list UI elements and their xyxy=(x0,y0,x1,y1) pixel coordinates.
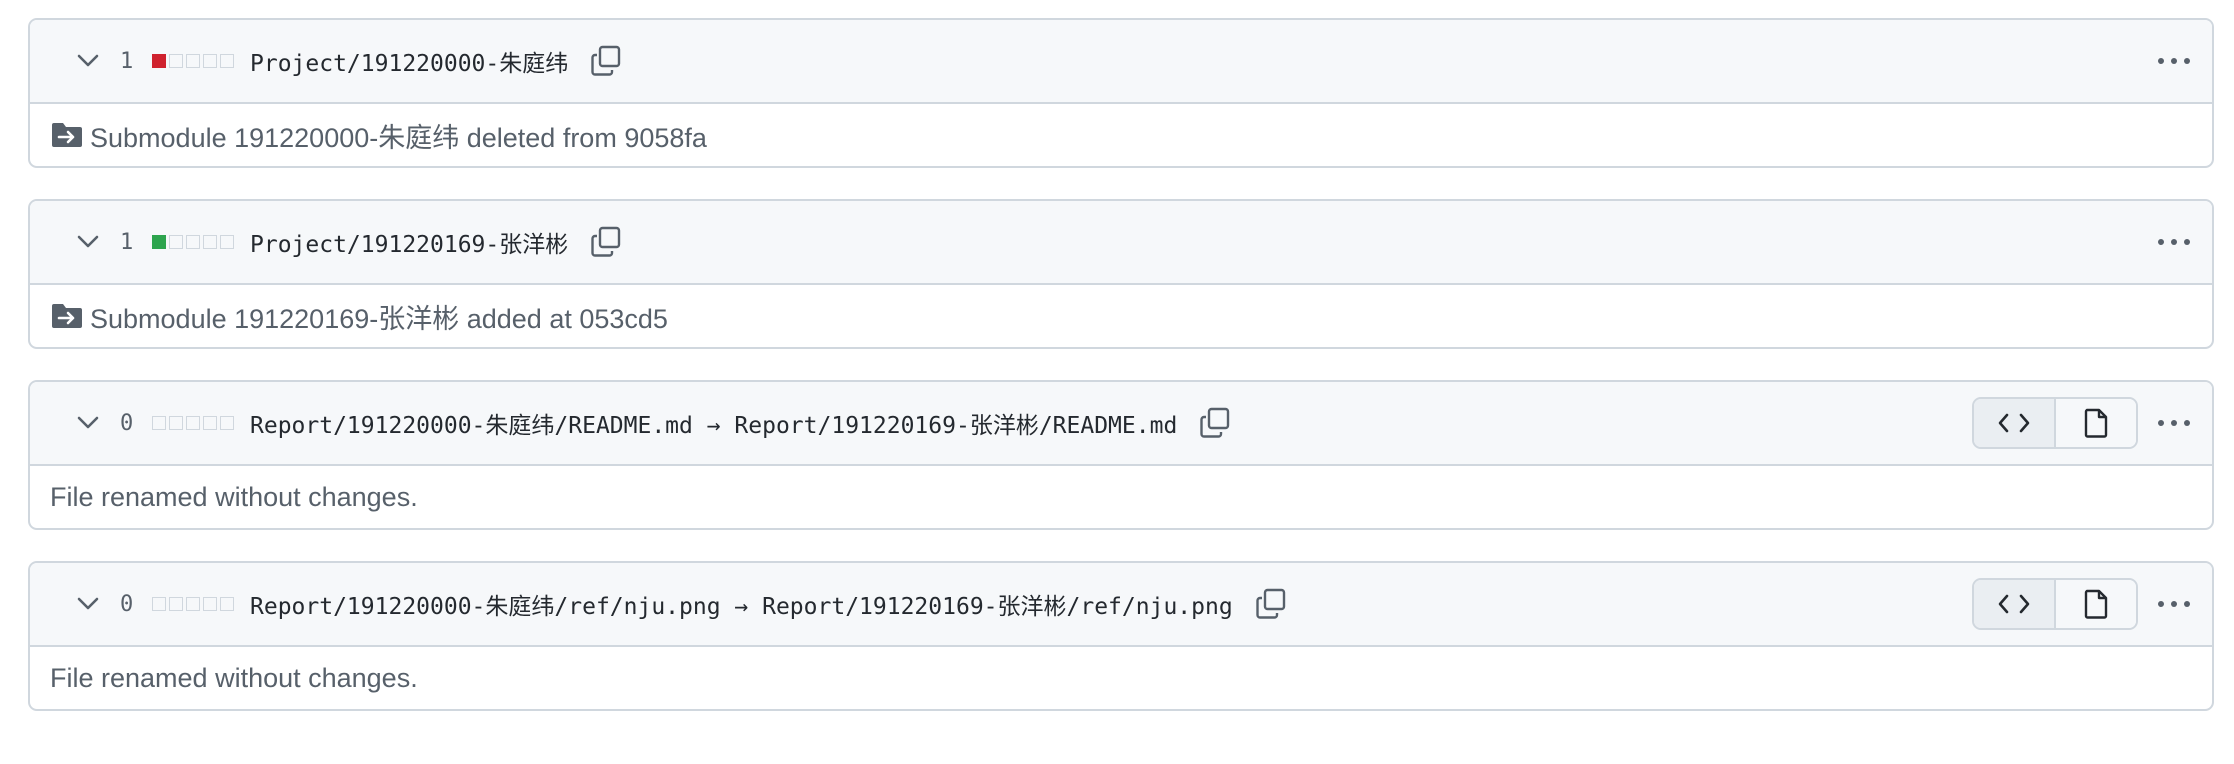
diffstat-block-neutral xyxy=(220,597,234,611)
diffstat-block-neutral xyxy=(169,416,183,430)
diffstat-block-neutral xyxy=(169,235,183,249)
file-path[interactable]: Report/191220000-朱庭纬/ref/nju.png → Repor… xyxy=(250,587,1233,621)
file-submodule-icon xyxy=(50,121,84,149)
kebab-horizontal-icon[interactable] xyxy=(2156,224,2192,260)
file-header: 0 Report/191220000-朱庭纬/README.md → Repor… xyxy=(30,382,2212,466)
file-icon[interactable] xyxy=(2056,399,2136,447)
diffstat-block-neutral xyxy=(203,235,217,249)
diffstat-block-deletion xyxy=(152,54,166,68)
file-body: File renamed without changes. xyxy=(30,647,2212,709)
file-body: Submodule 191220000-朱庭纬 deleted from 905… xyxy=(30,104,2212,166)
file-body: Submodule 191220169-张洋彬 added at 053cd5 xyxy=(30,285,2212,347)
chevron-down-icon[interactable] xyxy=(72,407,104,439)
copy-icon[interactable] xyxy=(588,43,624,79)
copy-icon[interactable] xyxy=(1253,586,1289,622)
chevron-down-icon[interactable] xyxy=(72,45,104,77)
diffstat-block-neutral xyxy=(203,597,217,611)
changes-count: 1 xyxy=(120,48,134,74)
changes-count: 0 xyxy=(120,591,134,617)
kebab-horizontal-icon[interactable] xyxy=(2156,43,2192,79)
file-header: 1 Project/191220169-张洋彬 xyxy=(30,201,2212,285)
view-toggle-group xyxy=(1972,397,2138,449)
diffstat-block-neutral xyxy=(220,54,234,68)
diffstat xyxy=(152,416,234,430)
file-submodule-icon xyxy=(50,302,84,330)
diffstat-block-neutral xyxy=(186,597,200,611)
file-actions xyxy=(1972,382,2192,464)
diffstat-block-neutral xyxy=(169,597,183,611)
code-icon[interactable] xyxy=(1974,399,2056,447)
diffstat-block-neutral xyxy=(169,54,183,68)
diffstat-block-neutral xyxy=(203,416,217,430)
file-actions xyxy=(2156,20,2192,102)
diffstat-block-neutral xyxy=(152,416,166,430)
file-body-text: Submodule 191220000-朱庭纬 deleted from 905… xyxy=(90,122,707,153)
file-body-text: Submodule 191220169-张洋彬 added at 053cd5 xyxy=(90,303,668,334)
diff-file: 0 Report/191220000-朱庭纬/README.md → Repor… xyxy=(28,380,2214,530)
diffstat xyxy=(152,597,234,611)
file-path[interactable]: Report/191220000-朱庭纬/README.md → Report/… xyxy=(250,406,1177,440)
file-header: 1 Project/191220000-朱庭纬 xyxy=(30,20,2212,104)
diffstat-block-addition xyxy=(152,235,166,249)
diff-file: 1 Project/191220000-朱庭纬 Submodule 191220… xyxy=(28,18,2214,168)
file-path[interactable]: Project/191220000-朱庭纬 xyxy=(250,44,568,78)
file-body-text: File renamed without changes. xyxy=(50,662,418,693)
diffstat-block-neutral xyxy=(186,235,200,249)
copy-icon[interactable] xyxy=(1197,405,1233,441)
code-icon[interactable] xyxy=(1974,580,2056,628)
diffstat xyxy=(152,54,234,68)
diffstat-block-neutral xyxy=(186,54,200,68)
file-icon[interactable] xyxy=(2056,580,2136,628)
diff-file: 0 Report/191220000-朱庭纬/ref/nju.png → Rep… xyxy=(28,561,2214,711)
kebab-horizontal-icon[interactable] xyxy=(2156,405,2192,441)
chevron-down-icon[interactable] xyxy=(72,226,104,258)
diffstat-block-neutral xyxy=(152,597,166,611)
view-toggle-group xyxy=(1972,578,2138,630)
file-actions xyxy=(1972,563,2192,645)
diffstat-block-neutral xyxy=(220,235,234,249)
changes-count: 1 xyxy=(120,229,134,255)
diffstat xyxy=(152,235,234,249)
diffstat-block-neutral xyxy=(186,416,200,430)
file-path[interactable]: Project/191220169-张洋彬 xyxy=(250,225,568,259)
chevron-down-icon[interactable] xyxy=(72,588,104,620)
changes-count: 0 xyxy=(120,410,134,436)
copy-icon[interactable] xyxy=(588,224,624,260)
diffstat-block-neutral xyxy=(203,54,217,68)
kebab-horizontal-icon[interactable] xyxy=(2156,586,2192,622)
file-actions xyxy=(2156,201,2192,283)
file-body: File renamed without changes. xyxy=(30,466,2212,528)
file-header: 0 Report/191220000-朱庭纬/ref/nju.png → Rep… xyxy=(30,563,2212,647)
diff-file-list: 1 Project/191220000-朱庭纬 Submodule 191220… xyxy=(28,18,2214,742)
file-body-text: File renamed without changes. xyxy=(50,481,418,512)
diffstat-block-neutral xyxy=(220,416,234,430)
diff-file: 1 Project/191220169-张洋彬 Submodule 191220… xyxy=(28,199,2214,349)
